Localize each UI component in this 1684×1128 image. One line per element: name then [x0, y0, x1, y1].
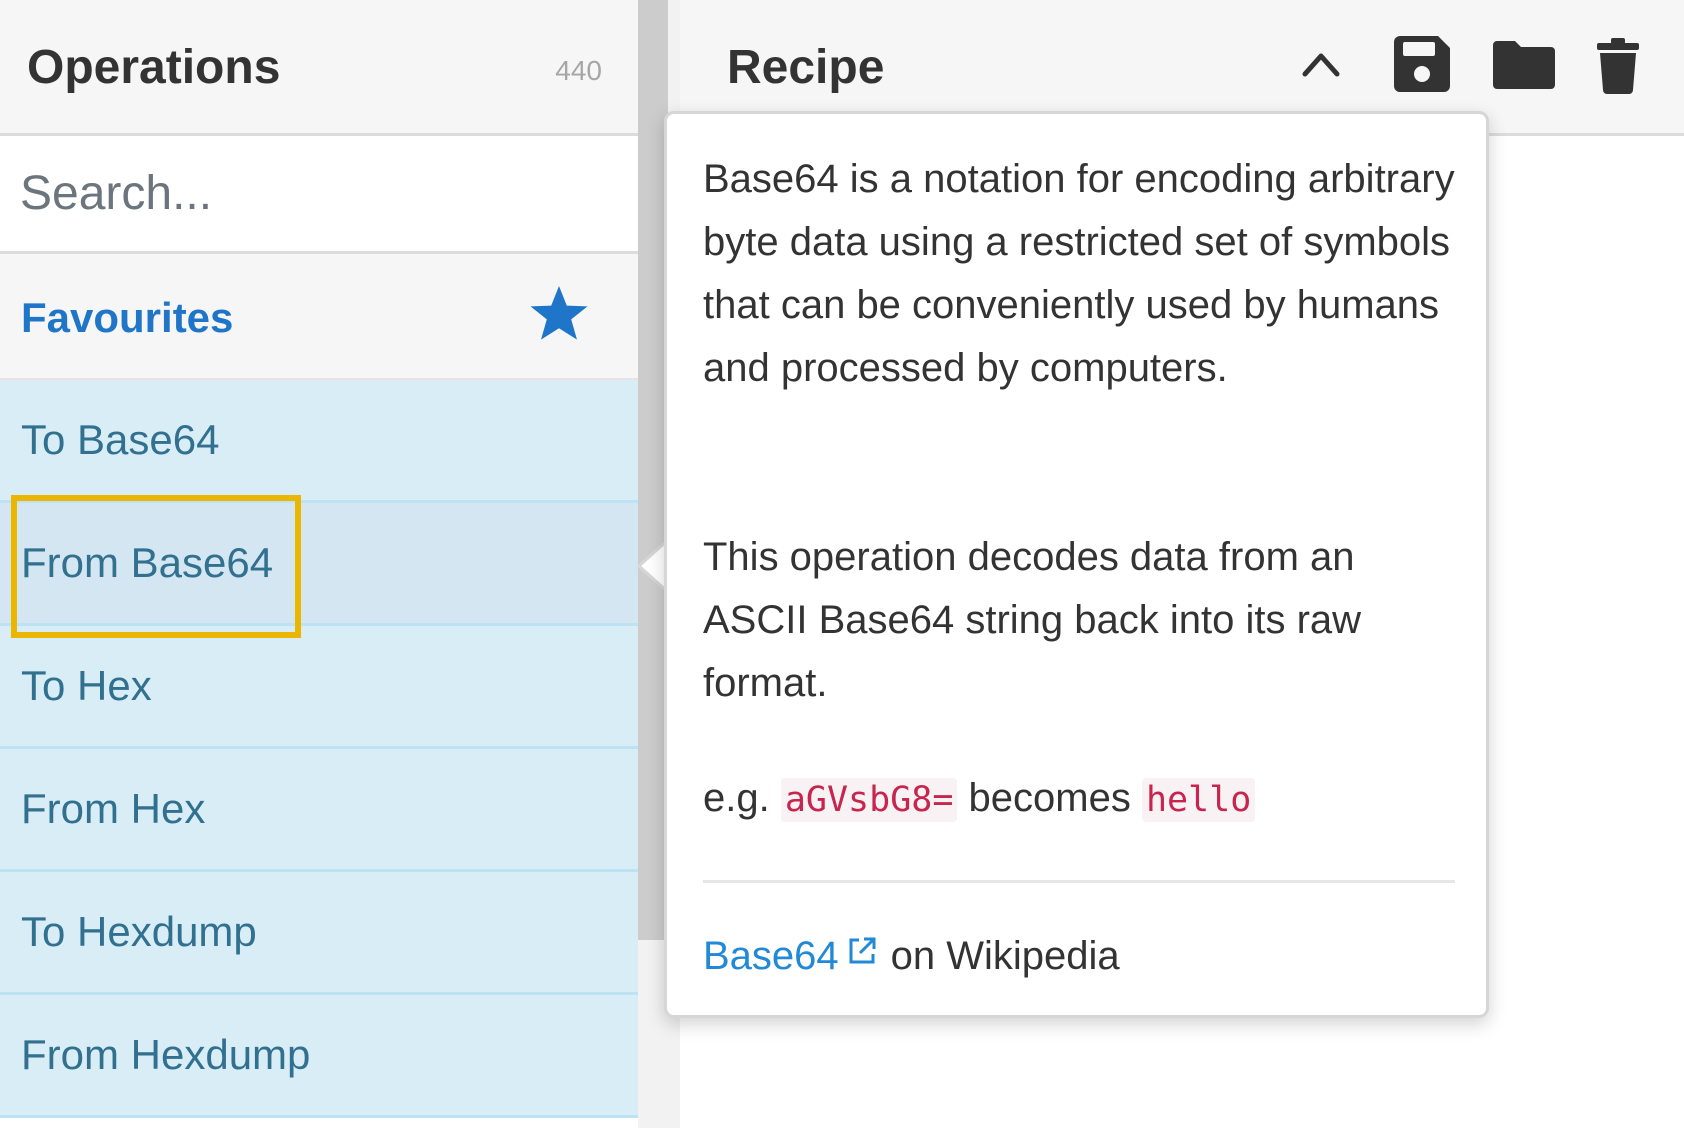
- operation-to-hex[interactable]: To Hex: [0, 626, 638, 749]
- operation-list: To Base64 From Base64 To Hex From Hex To…: [0, 380, 638, 1118]
- operations-title: Operations: [27, 41, 281, 94]
- operation-label: From Base64: [21, 539, 274, 586]
- example-prefix: e.g.: [703, 776, 770, 820]
- example-input-code: aGVsbG8=: [780, 778, 958, 822]
- recipe-title: Recipe: [727, 41, 885, 94]
- wikipedia-link[interactable]: Base64: [703, 934, 839, 979]
- operations-count: 440: [555, 55, 602, 86]
- operation-from-base64[interactable]: From Base64: [0, 503, 638, 626]
- example-output-code: hello: [1141, 778, 1256, 822]
- popover-operation-text: This operation decodes data from an ASCI…: [703, 535, 1362, 705]
- external-link-icon[interactable]: [847, 936, 877, 966]
- wikipedia-suffix: on Wikipedia: [890, 934, 1120, 978]
- operation-to-base64[interactable]: To Base64: [0, 380, 638, 503]
- popover-divider: [703, 880, 1455, 883]
- operations-pane: Operations 440 Favourites To Base64 From…: [0, 0, 638, 1128]
- operations-header: Operations 440: [0, 0, 638, 136]
- trash-icon[interactable]: [1597, 38, 1639, 94]
- app-window: Operations 440 Favourites To Base64 From…: [0, 0, 1684, 1128]
- search-input[interactable]: [0, 136, 638, 254]
- popover-description: Base64 is a notation for encoding arbitr…: [703, 157, 1455, 390]
- operation-label: From Hex: [21, 785, 206, 832]
- chevron-up-icon[interactable]: [1301, 48, 1341, 80]
- operation-label: To Hexdump: [21, 908, 257, 955]
- operation-from-hex[interactable]: From Hex: [0, 749, 638, 872]
- operation-label: To Hex: [21, 662, 152, 709]
- operation-label: To Base64: [21, 416, 220, 463]
- operation-from-hexdump[interactable]: From Hexdump: [0, 995, 638, 1118]
- save-icon[interactable]: [1394, 36, 1450, 92]
- operation-description-popover: Base64 is a notation for encoding arbitr…: [664, 111, 1489, 1018]
- star-icon[interactable]: [528, 284, 590, 344]
- favourites-label: Favourites: [21, 294, 234, 341]
- folder-icon[interactable]: [1493, 41, 1555, 89]
- operation-label: From Hexdump: [21, 1031, 311, 1078]
- operation-to-hexdump[interactable]: To Hexdump: [0, 872, 638, 995]
- popover-example: e.g. aGVsbG8= becomes hello: [703, 776, 1256, 822]
- popover-footer: Base64 on Wikipedia: [703, 934, 1120, 979]
- example-middle: becomes: [968, 776, 1131, 820]
